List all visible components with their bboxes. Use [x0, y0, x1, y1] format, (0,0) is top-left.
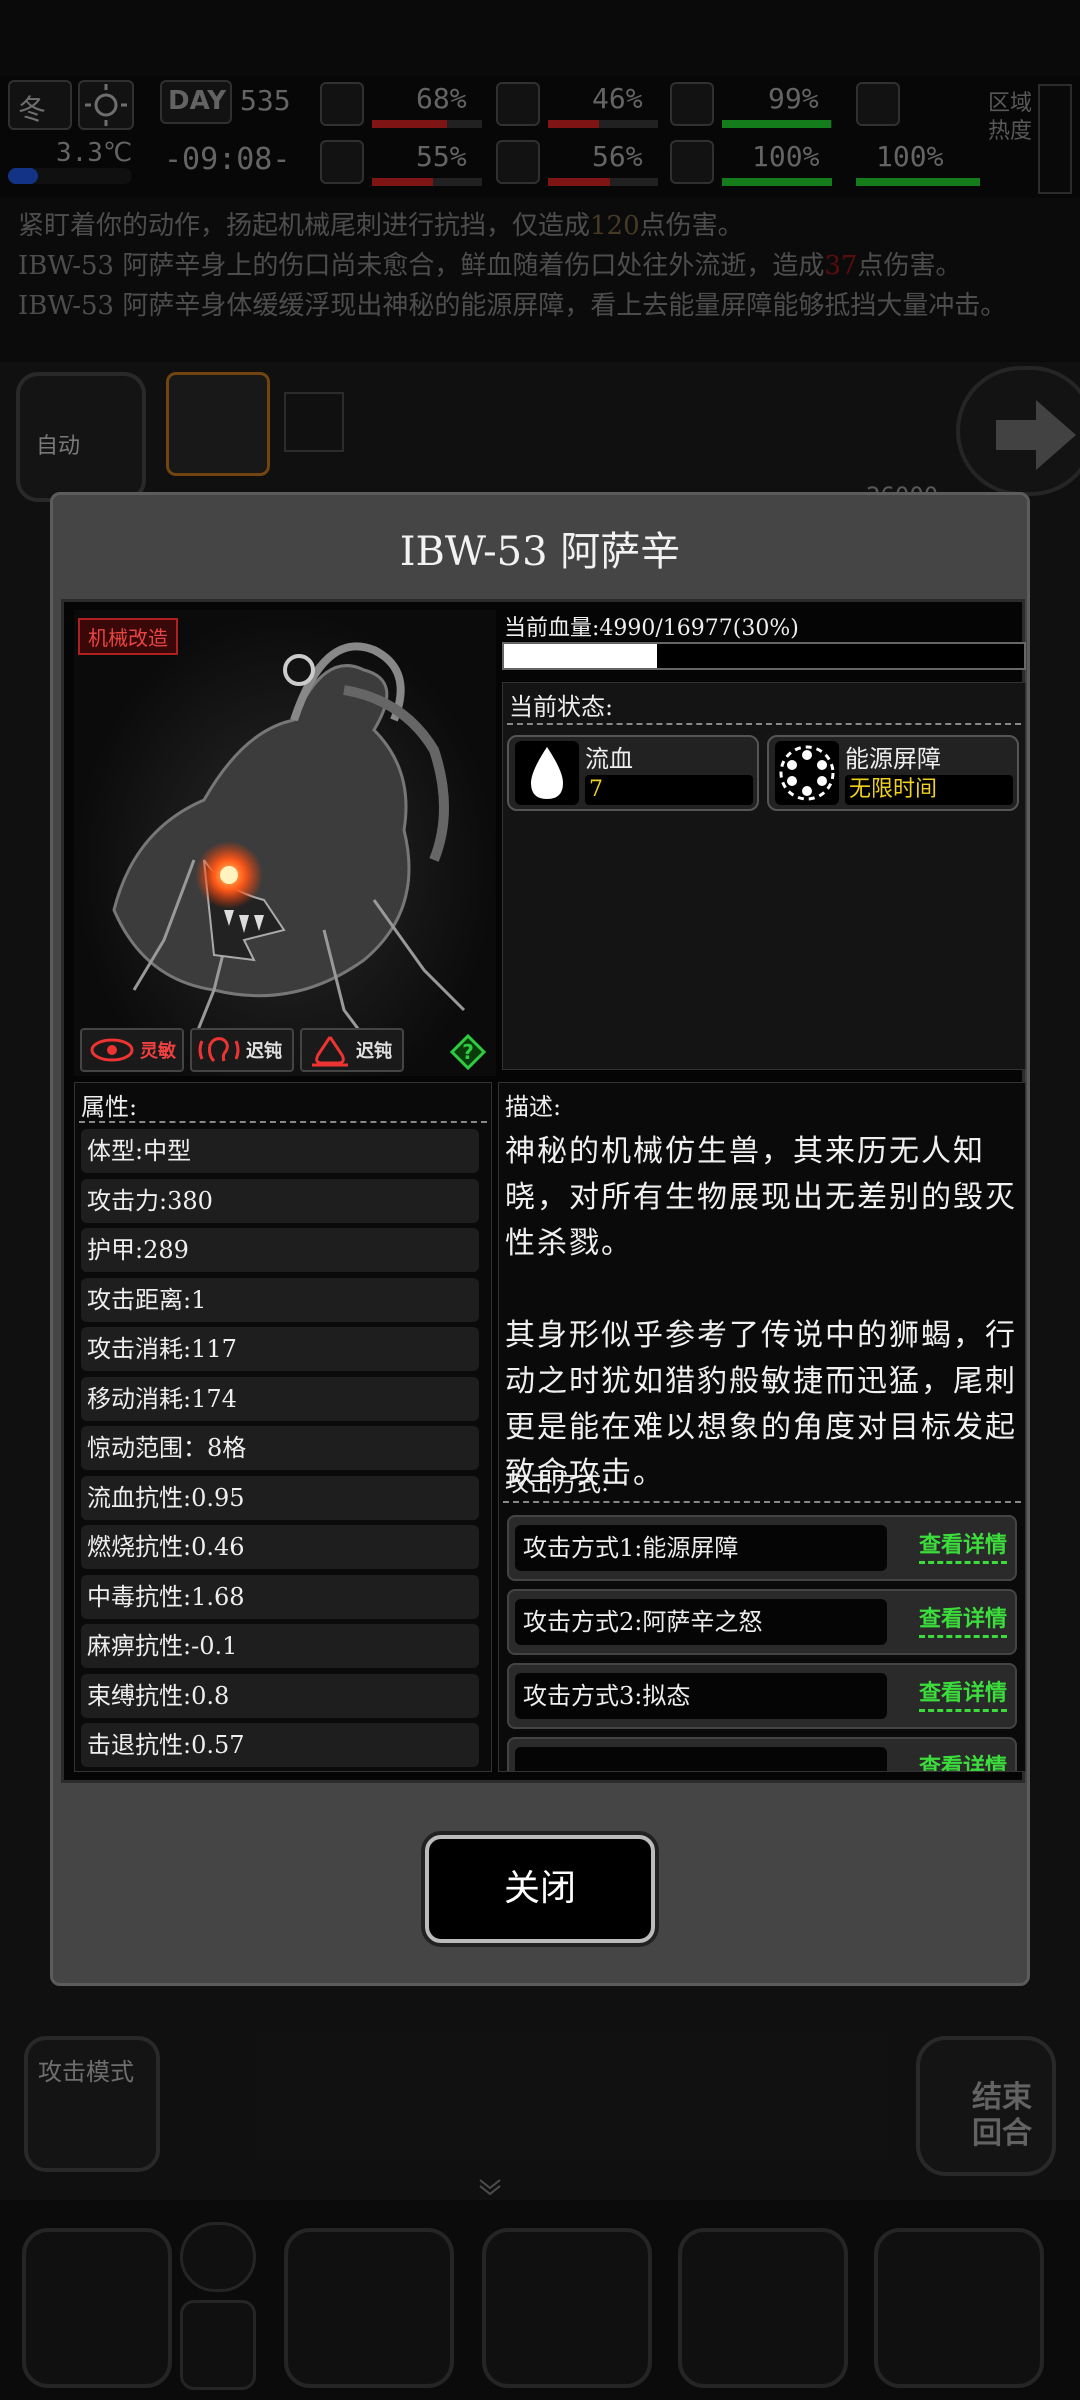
status-bleeding[interactable]: 流血 7 — [507, 735, 759, 811]
sense-trait-sight[interactable]: 灵敏 — [80, 1028, 184, 1072]
enemy-image: 机械改造 灵敏 迟钝 迟钝 ? — [74, 610, 496, 1076]
attribute-row: 惊动范围：8格 — [81, 1426, 479, 1470]
attack-method-row: 查看详情 — [507, 1737, 1017, 1771]
enemy-info-dialog: IBW-53 阿萨辛 机械改造 灵敏 迟钝 迟钝 ? 当前血量:4990/169… — [50, 492, 1030, 1986]
attribute-row: 流血抗性:0.95 — [81, 1475, 479, 1520]
attributes-panel: 属性: 体型:中型攻击力:380 护甲:289 攻击距离:1 攻击消耗:117 移动消耗… — [74, 1082, 492, 1772]
status-panel: 当前状态: 流血 7 能源屏障 无限时间 — [502, 682, 1026, 1070]
status-label: 当前状态: — [509, 693, 614, 721]
status-energy-shield[interactable]: 能源屏障 无限时间 — [767, 735, 1019, 811]
attribute-row: 中毒抗性:1.68 — [81, 1574, 479, 1619]
attribute-row: 击退抗性:0.57 — [81, 1723, 479, 1767]
modal-overlay: IBW-53 阿萨辛 机械改造 灵敏 迟钝 迟钝 ? 当前血量:4990/169… — [0, 0, 1080, 2400]
status-name: 能源屏障 — [845, 745, 941, 773]
attribute-row: 麻痹抗性:-0.1 — [81, 1624, 479, 1668]
trait-label: 迟钝 — [246, 1041, 282, 1062]
attribute-row: 燃烧抗性:0.46 — [81, 1525, 479, 1569]
trait-label: 灵敏 — [140, 1041, 176, 1062]
status-value: 无限时间 — [845, 775, 1013, 805]
hp-bar — [502, 642, 1026, 670]
hp-label: 当前血量:4990/16977(30%) — [504, 616, 799, 641]
view-details-button[interactable]: 查看详情 — [918, 1527, 1007, 1564]
divider — [507, 723, 1021, 725]
divider — [503, 1501, 1021, 1503]
energy-shield-icon — [775, 741, 839, 805]
eye-icon — [90, 1038, 134, 1062]
attribute-row: 攻击距离:1 — [81, 1277, 479, 1322]
mech-scorpion-illustration — [112, 642, 466, 1051]
attack-methods-title: 攻击方式: — [505, 1469, 610, 1497]
ear-icon — [198, 1037, 240, 1063]
attributes-title: 属性: — [81, 1093, 138, 1121]
sense-trait-hearing[interactable]: 迟钝 — [190, 1028, 294, 1072]
description-title: 描述: — [505, 1093, 562, 1121]
status-value: 7 — [585, 775, 753, 805]
attribute-row: 体型:中型 — [81, 1129, 479, 1173]
attack-method-row: 攻击方式2:阿萨辛之怒 查看详情 — [507, 1589, 1017, 1655]
attribute-row: 束缚抗性:0.8 — [81, 1673, 479, 1718]
blood-drop-icon — [515, 741, 579, 805]
attack-method-name: 攻击方式3:拟态 — [515, 1673, 887, 1719]
description-panel: 描述: 神秘的机械仿生兽，其来历无人知晓，对所有生物展现出无差别的毁灭性杀戮。 … — [498, 1082, 1026, 1772]
attack-method-name — [515, 1747, 887, 1771]
close-button[interactable]: 关闭 — [425, 1835, 655, 1943]
attack-method-row: 攻击方式3:拟态 查看详情 — [507, 1663, 1017, 1729]
sense-trait-smell[interactable]: 迟钝 — [300, 1028, 404, 1072]
dialog-title: IBW-53 阿萨辛 — [399, 529, 681, 575]
attack-method-name: 攻击方式2:阿萨辛之怒 — [515, 1599, 887, 1645]
trait-label: 迟钝 — [356, 1041, 392, 1062]
status-name: 流血 — [585, 745, 633, 773]
mechanical-modification-tag: 机械改造 — [78, 618, 178, 655]
view-details-button[interactable]: 查看详情 — [919, 1749, 1007, 1771]
attack-method-row: 攻击方式1:能源屏障 查看详情 — [507, 1515, 1017, 1581]
enemy-info-panel: 机械改造 灵敏 迟钝 迟钝 ? 当前血量:4990/16977(30%) 当前状… — [61, 599, 1026, 1783]
smell-icon — [312, 1036, 348, 1067]
attribute-row: 攻击消耗:117 — [81, 1327, 479, 1371]
attribute-row: 攻击力:380 — [81, 1178, 479, 1223]
description-text: 神秘的机械仿生兽，其来历无人知晓，对所有生物展现出无差别的毁灭性杀戮。 其身形似… — [505, 1134, 1017, 1491]
attribute-row: 移动消耗:174 — [81, 1376, 479, 1421]
attribute-row: 护甲:289 — [81, 1228, 479, 1272]
hp-bar-fill — [504, 644, 657, 668]
svg-text:?: ? — [462, 1040, 474, 1064]
view-details-button[interactable]: 查看详情 — [918, 1675, 1007, 1712]
view-details-button[interactable]: 查看详情 — [918, 1601, 1007, 1638]
help-icon[interactable]: ? — [450, 1034, 486, 1070]
divider — [79, 1121, 487, 1123]
attack-method-name: 攻击方式1:能源屏障 — [515, 1525, 887, 1571]
